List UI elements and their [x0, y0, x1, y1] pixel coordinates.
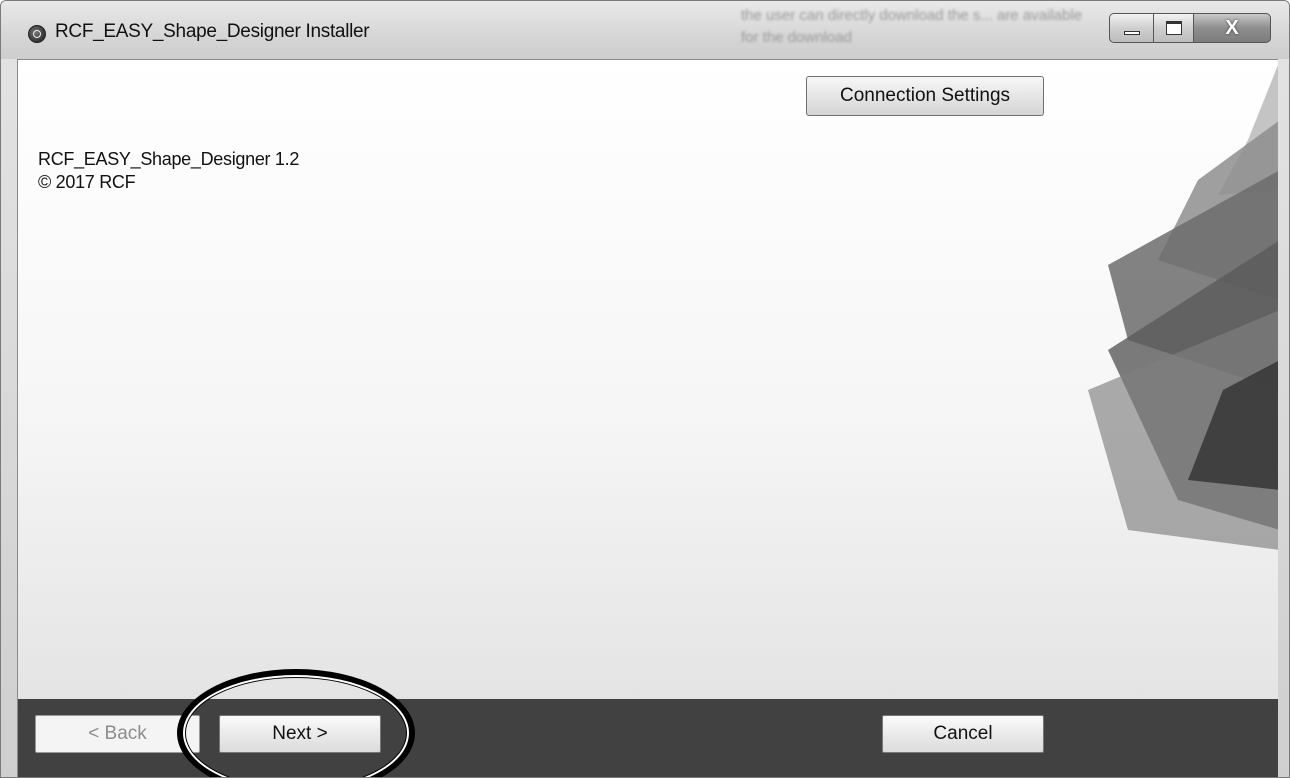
minimize-button[interactable]: [1109, 13, 1153, 43]
background-window-text: the user can directly download the s... …: [741, 7, 1083, 46]
minimize-icon: [1124, 31, 1140, 35]
installer-content: Connection Settings RCF_EASY_Shape_Desig…: [17, 59, 1278, 700]
app-logo-icon[interactable]: [28, 25, 46, 43]
copyright-text: © 2017 RCF: [38, 172, 136, 192]
window-title: RCF_EASY_Shape_Designer Installer: [55, 21, 370, 42]
maximize-button[interactable]: [1153, 13, 1193, 43]
caption-buttons: X: [1109, 13, 1271, 43]
button-bar: < Back Next > Cancel: [17, 699, 1278, 777]
close-icon: X: [1225, 17, 1239, 39]
next-button[interactable]: Next >: [219, 715, 381, 753]
back-button[interactable]: < Back: [35, 715, 200, 753]
installer-window: the user can directly download the s... …: [0, 0, 1290, 778]
close-button[interactable]: X: [1193, 13, 1271, 43]
product-name: RCF_EASY_Shape_Designer 1.2: [38, 149, 300, 169]
title-bar[interactable]: the user can directly download the s... …: [1, 1, 1289, 59]
maximize-icon: [1166, 21, 1182, 35]
cancel-button[interactable]: Cancel: [882, 715, 1044, 753]
connection-settings-button[interactable]: Connection Settings: [806, 76, 1044, 116]
